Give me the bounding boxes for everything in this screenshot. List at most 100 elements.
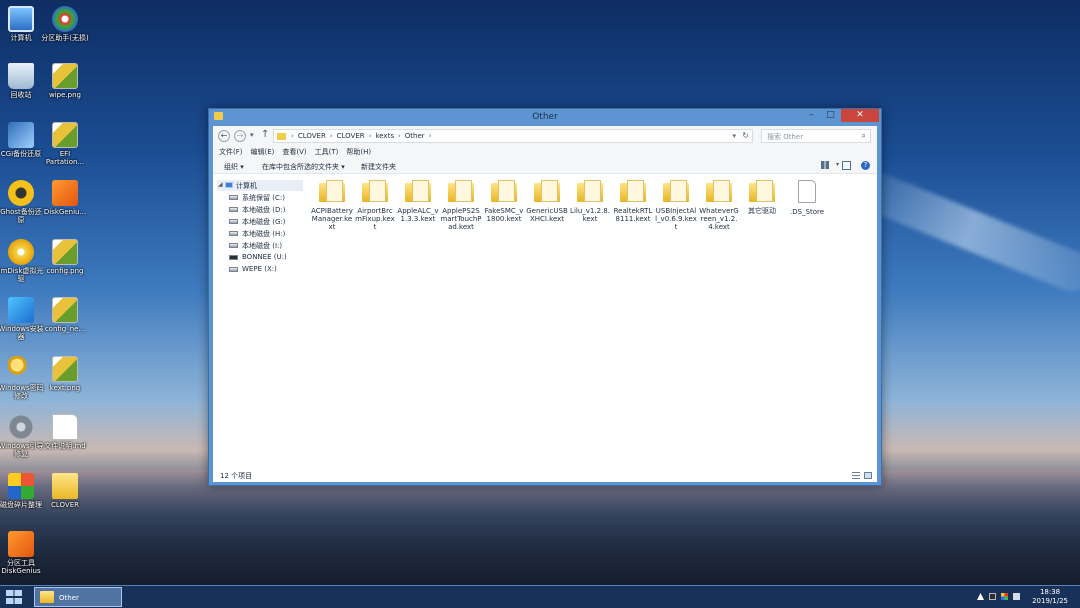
desktop-icon-label: CGI备份还原 (0, 150, 42, 158)
file-item-name: GenericUSBXHCI.kext (526, 207, 568, 223)
computer-icon (8, 6, 34, 32)
file-item[interactable]: GenericUSBXHCI.kext (526, 180, 568, 223)
color-app-icon[interactable] (1001, 593, 1008, 600)
show-hidden-icons-icon[interactable] (977, 593, 984, 600)
desktop-icon-recycle-bin[interactable]: 回收站 (0, 63, 45, 99)
nav-item-drive-i[interactable]: 本地磁盘 (I:) (229, 240, 303, 251)
desktop-icon-diskgenius-tool[interactable]: 分区工具 DiskGenius (0, 531, 45, 575)
organize-button[interactable]: 组织 ▾ (224, 162, 244, 172)
desktop-icon-kext-png[interactable]: kext.png (41, 356, 89, 392)
file-icon (798, 180, 816, 203)
diskgenius-icon (8, 531, 34, 557)
desktop-icon-boot-repair[interactable]: Windows引导修复 (0, 414, 45, 458)
address-bar[interactable]: › CLOVER › CLOVER › kexts › Other › ▾ ↻ (273, 129, 753, 143)
breadcrumb-item[interactable]: CLOVER (337, 132, 365, 140)
search-input[interactable]: 搜索 Other ⌕ (761, 129, 871, 143)
partition-assistant-icon (52, 6, 78, 32)
status-bar: 12 个项目 (213, 469, 877, 482)
breadcrumb-item[interactable]: Other (405, 132, 425, 140)
file-item[interactable]: Lilu_v1.2.8.kext (569, 180, 611, 223)
preview-pane-icon[interactable] (842, 161, 851, 170)
recent-locations-dropdown[interactable]: ▾ (250, 131, 254, 139)
help-icon[interactable]: ? (861, 161, 870, 170)
nav-item-drive-u[interactable]: BONNEE (U:) (229, 252, 303, 263)
clock-time: 18:38 (1039, 588, 1061, 596)
network-icon[interactable] (1013, 593, 1020, 600)
nav-item-label: 本地磁盘 (I:) (242, 242, 283, 250)
usb-drive-icon (229, 255, 238, 260)
menu-tools[interactable]: 工具(T) (315, 146, 339, 158)
breadcrumb-separator: › (397, 132, 401, 140)
desktop-icon-label: config.png (46, 267, 84, 275)
breadcrumb-item[interactable]: CLOVER (298, 132, 326, 140)
file-item[interactable]: 其它驱动 (741, 180, 783, 215)
file-item[interactable]: AppleALC_v1.3.3.kext (397, 180, 439, 223)
chevron-down-icon[interactable]: ▾ (836, 161, 839, 168)
png-file-icon (52, 122, 78, 148)
desktop-icon-config-new[interactable]: config_ne... (41, 297, 89, 333)
file-item[interactable]: .DS_Store (786, 180, 828, 216)
forward-button[interactable]: → (234, 130, 246, 142)
taskbar-item-explorer[interactable]: Other (34, 587, 122, 607)
file-item-name: .DS_Store (789, 208, 825, 216)
maximize-button[interactable]: □ (821, 109, 840, 122)
large-icons-view-icon[interactable] (864, 472, 872, 479)
nav-item-computer[interactable]: ◢ 计算机 (217, 180, 303, 191)
nav-item-drive-x[interactable]: WEPE (X:) (229, 264, 303, 275)
file-item-name: RealtekRTL8111.kext (613, 207, 653, 223)
desktop-icon-cgi-backup[interactable]: CGI备份还原 (0, 122, 45, 158)
file-item[interactable]: ApplePS2SmartTouchPad.kext (440, 180, 482, 231)
menu-edit[interactable]: 编辑(E) (251, 146, 275, 158)
desktop-icon-efi-partition[interactable]: EFI Partation... (41, 122, 89, 166)
png-file-icon (52, 297, 78, 323)
file-item[interactable]: RealtekRTL8111.kext (612, 180, 654, 223)
desktop-icon-diskgenius[interactable]: DiskGeniu... (41, 180, 89, 216)
desktop-icon-defrag[interactable]: 磁盘碎片整理 (0, 473, 45, 509)
menu-view[interactable]: 查看(V) (282, 146, 306, 158)
file-item[interactable]: USBInjectAll_v0.6.9.kext (655, 180, 697, 231)
nav-item-drive-d[interactable]: 本地磁盘 (D:) (229, 204, 303, 215)
desktop-icon-readme-md[interactable]: 文件说明.md (41, 414, 89, 450)
breadcrumb-item[interactable]: kexts (375, 132, 394, 140)
details-view-icon[interactable] (852, 472, 860, 479)
minimize-button[interactable]: – (802, 109, 821, 122)
drive-icon (229, 267, 238, 272)
new-folder-button[interactable]: 新建文件夹 (361, 162, 396, 172)
display-icon[interactable] (989, 593, 996, 600)
desktop-icon-windows-installer[interactable]: Windows安装器 (0, 297, 45, 341)
desktop-icon-label: Windows安装器 (0, 325, 44, 341)
folder-icon (749, 180, 775, 202)
file-item[interactable]: ACPIBatteryManager.kext (311, 180, 353, 231)
search-icon[interactable]: ⌕ (862, 131, 866, 141)
file-item-name: AppleALC_v1.3.3.kext (397, 207, 439, 223)
file-item[interactable]: AirportBrcmFixup.kext (354, 180, 396, 231)
change-view-icon[interactable] (821, 161, 829, 169)
close-button[interactable]: ✕ (841, 109, 879, 122)
up-button[interactable]: ↑ (261, 129, 269, 140)
nav-item-label: 本地磁盘 (G:) (242, 218, 286, 226)
menu-help[interactable]: 帮助(H) (346, 146, 371, 158)
chevron-down-icon[interactable]: ▾ (732, 132, 736, 140)
nav-item-drive-g[interactable]: 本地磁盘 (G:) (229, 216, 303, 227)
desktop-icon-ghost[interactable]: Ghost备份还原 (0, 180, 45, 224)
desktop-icon-imdisk[interactable]: ImDisk虚拟光驱 (0, 239, 45, 283)
desktop-icon-computer[interactable]: 计算机 (0, 6, 45, 42)
start-button[interactable] (6, 590, 22, 604)
desktop-icon-config-png[interactable]: config.png (41, 239, 89, 275)
nav-item-drive-h[interactable]: 本地磁盘 (H:) (229, 228, 303, 239)
back-button[interactable]: ← (218, 130, 230, 142)
nav-item-drive-c[interactable]: 系统保留 (C:) (229, 192, 303, 203)
file-item[interactable]: FakeSMC_v1800.kext (483, 180, 525, 223)
chevron-down-icon[interactable]: ◢ (218, 181, 223, 188)
refresh-icon[interactable]: ↻ (742, 131, 749, 140)
file-item[interactable]: WhateverGreen_v1.2.4.kext (698, 180, 740, 231)
desktop-icon-partition-assistant[interactable]: 分区助手(无损) (41, 6, 89, 42)
menu-file[interactable]: 文件(F) (219, 146, 243, 158)
clock[interactable]: 18:38 2019/1/25 (1032, 588, 1068, 606)
window-titlebar[interactable]: Other – □ ✕ (209, 109, 881, 125)
desktop-icon-clover-folder[interactable]: CLOVER (41, 473, 89, 509)
include-in-library-button[interactable]: 在库中包含所选的文件夹 ▾ (262, 162, 345, 172)
breadcrumb-separator: › (329, 132, 333, 140)
desktop-icon-password-change[interactable]: Windows密码修改 (0, 356, 45, 400)
desktop-icon-wipe-png[interactable]: wipe.png (41, 63, 89, 99)
